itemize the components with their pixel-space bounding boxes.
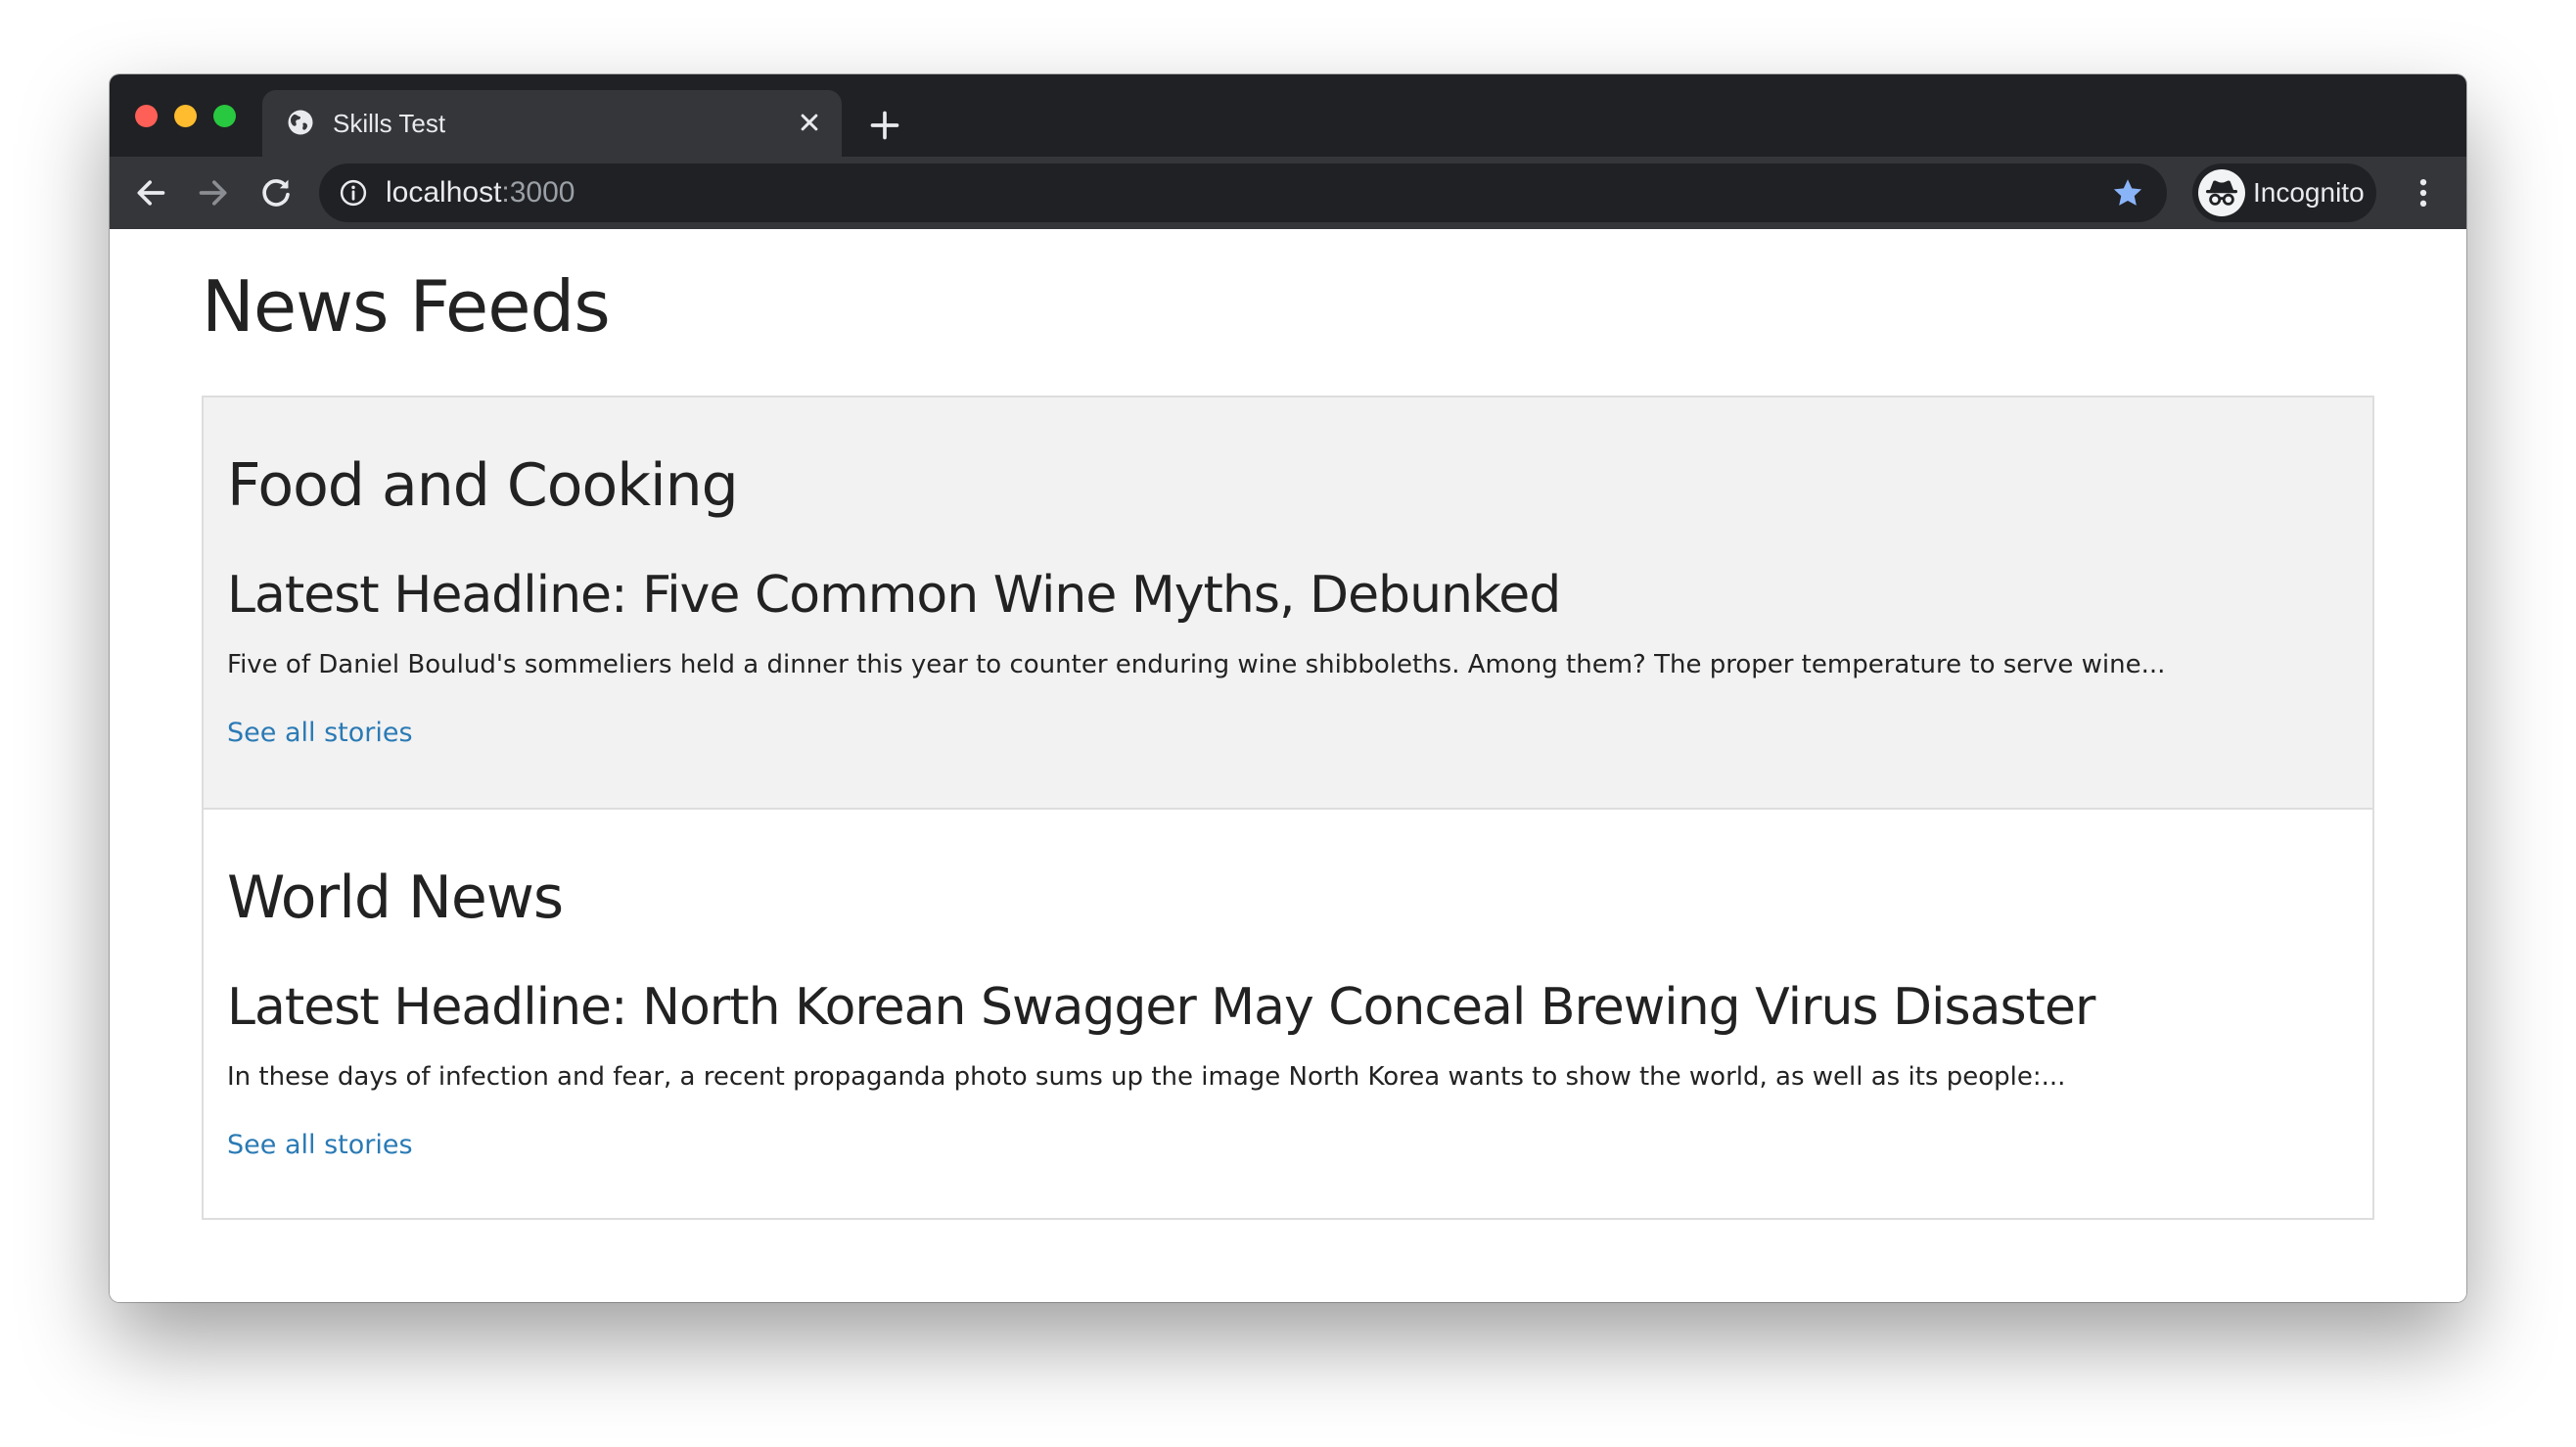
page-title: News Feeds xyxy=(202,265,611,348)
kebab-menu-icon[interactable] xyxy=(2404,173,2443,212)
zoom-window-button[interactable] xyxy=(213,105,236,127)
feed-headline: Latest Headline: North Korean Swagger Ma… xyxy=(227,978,2095,1037)
back-arrow-icon[interactable] xyxy=(131,173,170,212)
close-icon[interactable] xyxy=(795,108,824,137)
see-all-stories-link[interactable]: See all stories xyxy=(227,1129,413,1162)
reload-icon[interactable] xyxy=(256,173,296,212)
feed-title: Food and Cooking xyxy=(227,451,739,520)
feed-card-food-and-cooking: Food and Cooking Latest Headline: Five C… xyxy=(204,397,2372,808)
tab-strip: Skills Test xyxy=(110,74,2466,157)
feed-list: Food and Cooking Latest Headline: Five C… xyxy=(202,396,2374,1220)
feed-summary: Five of Daniel Boulud's sommeliers held … xyxy=(227,650,2166,679)
browser-tab[interactable]: Skills Test xyxy=(262,90,842,157)
plus-icon[interactable] xyxy=(865,106,904,145)
browser-window: Skills Test localhost:3000 Incognito New… xyxy=(110,74,2466,1302)
url-port: :3000 xyxy=(501,176,575,209)
see-all-stories-link[interactable]: See all stories xyxy=(227,717,413,750)
page-content: News Feeds Food and Cooking Latest Headl… xyxy=(110,229,2466,1302)
info-icon[interactable] xyxy=(339,178,368,208)
incognito-profile-button[interactable]: Incognito xyxy=(2192,163,2376,222)
close-window-button[interactable] xyxy=(135,105,158,127)
minimize-window-button[interactable] xyxy=(174,105,197,127)
url-text: localhost:3000 xyxy=(386,175,575,210)
incognito-icon xyxy=(2206,180,2237,206)
globe-icon xyxy=(288,110,313,135)
address-bar[interactable]: localhost:3000 xyxy=(319,163,2167,222)
url-host: localhost xyxy=(386,176,502,209)
tab-title: Skills Test xyxy=(333,109,446,138)
forward-arrow-icon[interactable] xyxy=(194,173,233,212)
incognito-label: Incognito xyxy=(2253,177,2365,208)
feed-summary: In these days of infection and fear, a r… xyxy=(227,1062,2066,1092)
feed-card-world-news: World News Latest Headline: North Korean… xyxy=(204,808,2372,1218)
feed-title: World News xyxy=(227,864,564,932)
feed-headline: Latest Headline: Five Common Wine Myths,… xyxy=(227,566,1561,625)
incognito-avatar xyxy=(2198,169,2245,216)
browser-toolbar: localhost:3000 Incognito xyxy=(110,157,2466,229)
star-icon[interactable] xyxy=(2110,175,2145,210)
